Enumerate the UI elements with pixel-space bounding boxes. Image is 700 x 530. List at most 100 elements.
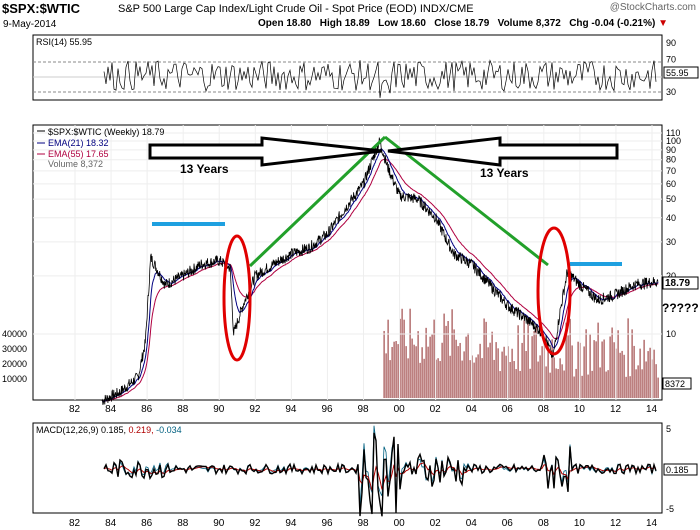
rsi-value-label: 55.95	[666, 68, 689, 78]
volume-bar	[619, 352, 621, 398]
volume-bar	[589, 334, 591, 398]
volume-bar	[405, 346, 407, 398]
y-tick-label: 70	[666, 166, 676, 176]
x-tick-label: 90	[213, 404, 225, 415]
rsi-tick-label: 70	[666, 54, 676, 64]
volume-bar	[613, 342, 615, 398]
volume-bar	[557, 369, 559, 398]
annotation-13-years-right: 13 Years	[480, 166, 529, 180]
volume-bar	[455, 339, 457, 398]
volume-bar	[641, 369, 643, 398]
x-tick-label: 98	[358, 404, 370, 415]
volume-bar	[649, 347, 651, 398]
volume-bar	[469, 360, 471, 398]
volume-bar	[481, 358, 483, 398]
volume-bar	[657, 377, 659, 398]
volume-bar	[523, 320, 525, 398]
volume-bar	[637, 365, 639, 398]
volume-bar	[495, 342, 497, 398]
volume-bar	[503, 346, 505, 398]
volume-bar	[607, 370, 609, 398]
volume-tick-label: 10000	[2, 374, 27, 384]
volume-bar	[493, 359, 495, 398]
volume-bar	[575, 368, 577, 398]
volume-bar	[577, 341, 579, 398]
volume-bar	[643, 339, 645, 398]
volume-bar	[505, 355, 507, 398]
volume-bar	[631, 329, 633, 398]
volume-bar	[633, 345, 635, 398]
annotation-13-years-left: 13 Years	[180, 162, 229, 176]
x-tick-label: 14	[646, 518, 658, 529]
volume-bar	[555, 368, 557, 398]
volume-bar	[467, 333, 469, 398]
volume-bar	[461, 360, 463, 398]
volume-bar	[483, 318, 485, 398]
volume-bar	[447, 321, 449, 398]
volume-bar	[551, 339, 553, 398]
volume-bar	[583, 346, 585, 398]
volume-bar	[491, 331, 493, 398]
volume-bar	[403, 319, 405, 398]
x-tick-label: 94	[285, 518, 297, 529]
chart-canvas: RSI(14) 55.95 30507090 55.95 10203040506…	[2, 34, 699, 529]
y-tick-label: 10	[666, 329, 676, 339]
x-tick-label: 90	[213, 518, 225, 529]
volume-bar	[545, 366, 547, 398]
volume-bar	[433, 319, 435, 398]
legend-volume: Volume 8,372	[48, 159, 103, 169]
legend-ema21: EMA(21) 18.32	[48, 138, 109, 148]
volume-bar	[621, 350, 623, 398]
volume-bar	[451, 309, 453, 398]
volume-bar	[581, 375, 583, 398]
volume-bar	[465, 336, 467, 398]
volume-bar	[407, 358, 409, 398]
volume-bar	[611, 327, 613, 398]
volume-bar	[389, 360, 391, 398]
volume-bar	[475, 357, 477, 398]
volume-bar	[487, 347, 489, 398]
volume-bar	[535, 325, 537, 398]
volume-bar	[549, 372, 551, 398]
volume-bar	[473, 362, 475, 398]
volume-bar	[529, 368, 531, 398]
rsi-tick-label: 90	[666, 38, 676, 48]
x-tick-label: 86	[141, 518, 153, 529]
volume-bar	[449, 355, 451, 398]
volume-bar	[413, 344, 415, 398]
volume-bar	[425, 327, 427, 398]
y-tick-label: 40	[666, 213, 676, 223]
x-tick-label: 06	[502, 518, 514, 529]
volume-tick-label: 30000	[2, 344, 27, 354]
volume-bar	[653, 349, 655, 398]
volume-bar	[387, 319, 389, 398]
volume-bar	[417, 331, 419, 398]
volume-bar	[533, 331, 535, 398]
x-tick-label: 92	[249, 518, 261, 529]
volume-bar	[513, 361, 515, 398]
volume-tick-label: 40000	[2, 329, 27, 339]
volume-bar	[603, 339, 605, 398]
volume-bar	[601, 341, 603, 398]
x-tick-label: 02	[430, 404, 442, 415]
volume-bar	[443, 313, 445, 398]
rsi-title: RSI(14) 55.95	[36, 37, 92, 47]
macd-panel	[32, 422, 663, 514]
x-tick-label: 02	[430, 518, 442, 529]
volume-value-label: 8372	[665, 379, 685, 389]
volume-tick-label: 20000	[2, 359, 27, 369]
volume-bar	[429, 336, 431, 398]
volume-bar	[595, 341, 597, 398]
volume-bar	[453, 329, 455, 398]
volume-bar	[525, 351, 527, 398]
x-tick-label: 10	[574, 518, 586, 529]
volume-bar	[515, 369, 517, 398]
volume-bar	[519, 370, 521, 398]
volume-bar	[411, 338, 413, 398]
x-tick-label: 88	[177, 518, 189, 529]
volume-bar	[421, 347, 423, 398]
volume-bar	[409, 308, 411, 398]
volume-bar	[511, 348, 513, 398]
x-tick-label: 04	[466, 518, 478, 529]
x-tick-label: 08	[538, 518, 550, 529]
